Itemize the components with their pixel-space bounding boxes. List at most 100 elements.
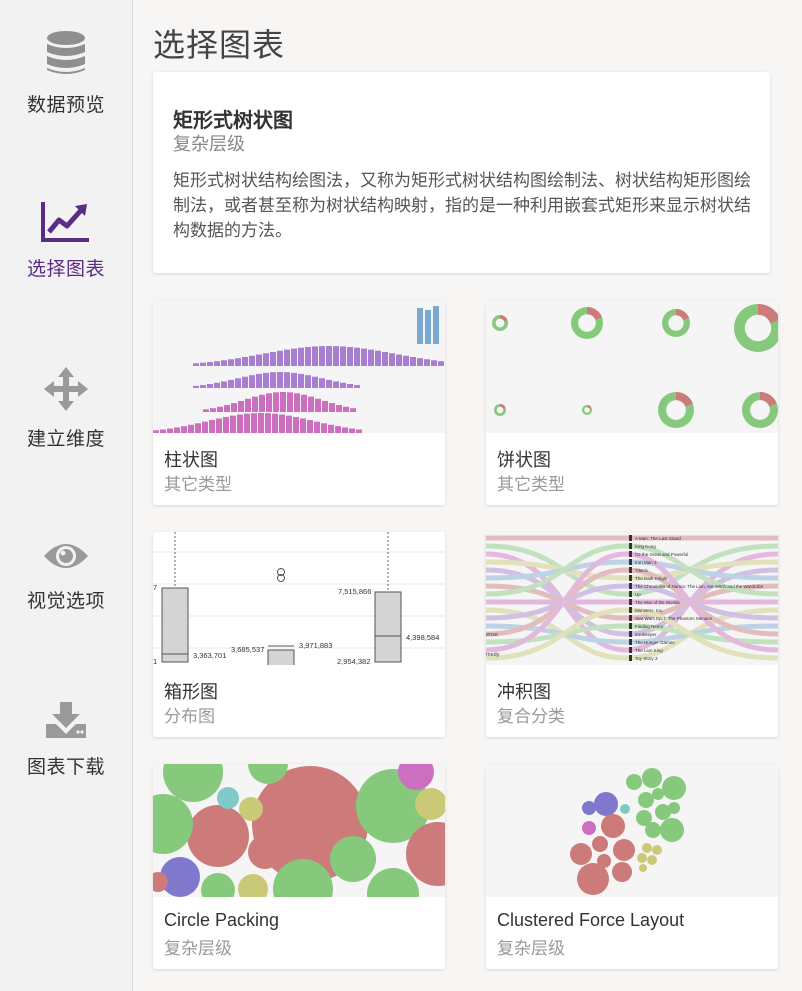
thumb-bar [245, 398, 251, 412]
thumb-alluvial-node [629, 575, 632, 581]
chart-card-category: 复杂层级 [164, 939, 232, 958]
thumb-bar [217, 406, 223, 412]
thumb-alluvial-node [629, 599, 632, 605]
thumb-bar [195, 423, 201, 433]
thumb-bar [328, 424, 334, 433]
alluvial-label: Finding Nemo [635, 624, 664, 629]
nav-label: 选择图表 [26, 259, 105, 280]
thumb-bar [286, 415, 292, 433]
thumb-bar [375, 350, 381, 366]
thumb-bar [305, 346, 311, 366]
thumb-bar [342, 427, 348, 433]
thumb-bar [214, 382, 220, 388]
thumb-bar [263, 353, 269, 366]
thumb-bar [403, 355, 409, 366]
main-content: 选择图表 矩形式树状图 复杂层级 矩形式树状结构绘图法，又称为矩形式树状结构图绘… [133, 0, 802, 991]
thumb-bar [340, 382, 346, 388]
alluvial-label: Up [635, 592, 641, 597]
boxplot-label: 2,954,382 [337, 657, 370, 665]
thumb-bar [203, 409, 209, 412]
thumb-bar [263, 372, 269, 388]
thumb-bar [200, 362, 206, 366]
thumb-bar [389, 353, 395, 366]
thumb-bar [333, 381, 339, 388]
thumb-bar [230, 415, 236, 433]
nav-item-data-preview[interactable]: 数据预览 [0, 30, 132, 117]
database-icon [47, 31, 85, 74]
thumb-bar [291, 372, 297, 388]
thumb-bar [256, 373, 262, 388]
thumb-bar [301, 394, 307, 412]
alluvial-label: Oz the Great and Powerful [635, 552, 688, 557]
thumb-alluvial-node [629, 639, 632, 645]
thumb-bar [209, 420, 215, 433]
thumb-bar [335, 426, 341, 433]
line-chart-icon [41, 202, 89, 242]
thumb-bar [287, 392, 293, 412]
thumb-bar [188, 424, 194, 433]
thumb-bar [319, 378, 325, 388]
boxplot-label: 7 [153, 583, 157, 592]
thumb-bar [279, 414, 285, 433]
thumb-bar [277, 372, 283, 388]
boxplot-label: 3,685,537 [231, 645, 264, 654]
thumb-bar [284, 372, 290, 388]
sidebar: 数据预览 选择图表 建立维度 视觉选项 图表下载 [0, 0, 133, 991]
chart-card-pie[interactable]: 饼状图 其它类型 [486, 300, 778, 505]
chart-card-title: 冲积图 [497, 682, 551, 702]
thumb-bar [193, 363, 199, 366]
info-category: 复杂层级 [173, 134, 245, 154]
alluvial-label: The Chronicles of Narnia: The Lion, the … [635, 584, 764, 589]
chart-card-clustered-force[interactable]: Clustered Force Layout 复杂层级 [486, 764, 778, 969]
thumb-bar [200, 385, 206, 388]
thumb-alluvial-node [629, 623, 632, 629]
chart-card-title: Circle Packing [164, 910, 280, 930]
chart-card-circle-packing[interactable]: Circle Packing 复杂层级 [153, 764, 445, 969]
alluvial-label: Zookeeper [635, 632, 657, 637]
nav-item-chart-download[interactable]: 图表下载 [0, 700, 132, 779]
thumb-bar [354, 347, 360, 366]
nav-item-select-chart[interactable]: 选择图表 [0, 200, 132, 281]
thumb-bar [244, 413, 250, 433]
thumb-bar [291, 348, 297, 366]
thumb-alluvial-node [629, 559, 632, 565]
thumb-bar [312, 346, 318, 366]
thumb-bar [298, 373, 304, 388]
thumb-alluvial-node [629, 655, 632, 661]
thumb-bar [340, 346, 346, 366]
thumb-bar [249, 355, 255, 366]
thumb-bar [319, 346, 325, 366]
chart-card-alluvial[interactable]: ense medy A Man: The Last Stand King Kong… [486, 532, 778, 737]
thumb-bar [277, 350, 283, 366]
chart-card-category: 复合分类 [497, 707, 565, 726]
thumb-bar [238, 400, 244, 412]
thumb-bar [294, 393, 300, 412]
thumb-bar [221, 381, 227, 388]
boxplot-label: 3,363,701 [193, 651, 226, 660]
alluvial-thumbnail: ense medy A Man: The Last Stand King Kong… [486, 532, 778, 665]
thumb-bar [280, 392, 286, 412]
boxplot-label: 3,971,883 [299, 641, 332, 650]
nav-item-build-dimensions[interactable]: 建立维度 [0, 366, 132, 451]
thumb-bar [181, 426, 187, 433]
nav-item-visual-options[interactable]: 视觉选项 [0, 538, 132, 613]
clustered-force-thumbnail [486, 764, 778, 897]
boxplot-label: 7,515,866 [338, 587, 371, 596]
thumb-bar [425, 310, 431, 344]
thumb-bar [315, 398, 321, 412]
boxplot-label: 1 [153, 657, 157, 665]
boxplot-label: 4,398,584 [406, 633, 439, 642]
thumb-alluvial-node [629, 591, 632, 597]
thumb-bar [305, 375, 311, 388]
thumb-alluvial-node [629, 543, 632, 549]
thumb-bar [228, 379, 234, 388]
thumb-bar [235, 378, 241, 388]
thumb-alluvial-node [629, 567, 632, 573]
thumb-bar [347, 346, 353, 366]
thumb-bar [343, 406, 349, 412]
thumb-bar [284, 349, 290, 366]
chart-card-boxplot[interactable]: 7,515,866 4,398,584 3,971,883 3,685,537 … [153, 532, 445, 737]
chart-card-bar[interactable]: 柱状图 其它类型 [153, 300, 445, 505]
eye-icon [44, 544, 88, 568]
boxplot-thumbnail: 7,515,866 4,398,584 3,971,883 3,685,537 … [153, 532, 445, 665]
